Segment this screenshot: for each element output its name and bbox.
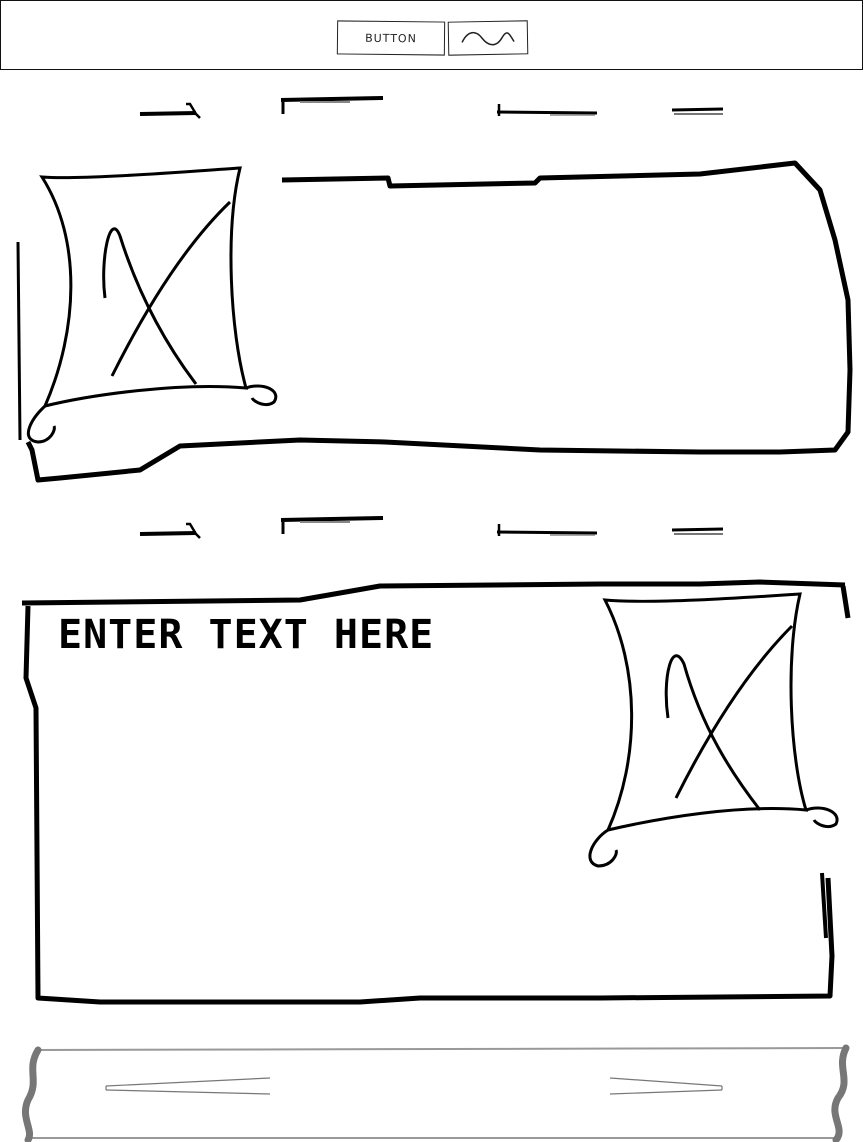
header-bar: BUTTON bbox=[0, 0, 863, 70]
nav-row-middle bbox=[0, 510, 865, 550]
left-arrow-icon[interactable] bbox=[105, 1077, 271, 1095]
nav-line-2[interactable] bbox=[280, 516, 384, 534]
right-arrow-icon[interactable] bbox=[609, 1077, 723, 1095]
nav-line-1[interactable] bbox=[139, 522, 201, 539]
enter-text-label: ENTER TEXT HERE bbox=[58, 612, 435, 658]
nav-line-2[interactable] bbox=[280, 96, 384, 114]
card-one-frame bbox=[25, 160, 853, 483]
squiggle-icon bbox=[461, 32, 515, 46]
nav-line-1[interactable] bbox=[139, 102, 201, 119]
nav-line-4[interactable] bbox=[671, 527, 724, 535]
wave-button[interactable] bbox=[447, 20, 529, 56]
primary-button[interactable]: BUTTON bbox=[336, 20, 446, 56]
footer-band bbox=[0, 1040, 865, 1142]
nav-line-4[interactable] bbox=[671, 107, 724, 115]
nav-line-3[interactable] bbox=[496, 104, 598, 116]
card-one bbox=[0, 150, 865, 500]
image-placeholder-icon bbox=[588, 592, 839, 868]
nav-row-top bbox=[0, 90, 865, 130]
nav-line-3[interactable] bbox=[496, 524, 598, 536]
image-placeholder-icon bbox=[26, 166, 278, 444]
